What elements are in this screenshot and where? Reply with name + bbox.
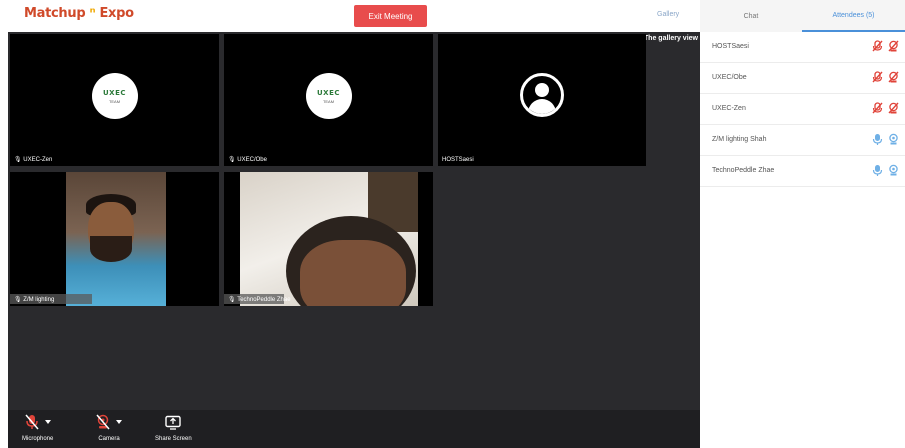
tile-name: 🎙 UXEC-Zen — [14, 156, 52, 163]
meeting-toolbar: Microphone Camera Share Screen — [8, 410, 700, 448]
participant-row: Z/M lighting Shah — [700, 125, 905, 156]
camera-on-icon[interactable] — [888, 164, 899, 176]
camera-muted-icon[interactable] — [888, 102, 899, 114]
participant-name: TechnoPeddle Zhae — [712, 167, 775, 174]
microphone-label: Microphone — [22, 436, 54, 442]
mic-muted-icon[interactable] — [872, 71, 883, 83]
chevron-down-icon[interactable] — [44, 420, 51, 424]
participant-row: TechnoPeddle Zhae — [700, 156, 905, 187]
mic-muted-icon[interactable] — [872, 40, 883, 52]
mic-muted-icon[interactable] — [872, 102, 883, 114]
camera-label: Camera — [98, 436, 120, 442]
share-screen-icon — [165, 415, 182, 430]
tile-name-label: HOSTSaesi — [442, 157, 474, 163]
microphone-on-icon[interactable] — [872, 133, 883, 145]
tile-name-label: UXEC/Obe — [237, 157, 267, 163]
gallery-view-label[interactable]: The gallery view — [644, 35, 698, 42]
participant-video — [240, 172, 418, 306]
video-stage: The gallery view UXEC TEAM 🎙 UXEC-Zen UX… — [8, 32, 700, 410]
team-logo: UXEC TEAM — [91, 73, 138, 119]
participant-row: UXEC/Obe — [700, 63, 905, 94]
sidebar-tabs: Chat Attendees (5) — [700, 0, 905, 32]
video-tile[interactable]: 🎙 TechnoPeddle Zhae — [224, 172, 433, 306]
video-tile[interactable]: UXEC TEAM 🎙 UXEC-Zen — [10, 34, 219, 166]
team-logo-text: UXEC — [317, 88, 340, 97]
participant-row: UXEC-Zen — [700, 94, 905, 125]
microphone-button[interactable]: Microphone — [22, 413, 53, 442]
participant-name: HOSTSaesi — [712, 43, 749, 50]
tab-chat[interactable]: Chat — [700, 0, 802, 32]
participant-list: HOSTSaesi UXEC/Obe UXEC-Zen Z/M lighting… — [700, 32, 905, 187]
exit-meeting-button[interactable]: Exit Meeting — [354, 5, 427, 27]
tile-name-label: UXEC-Zen — [23, 157, 53, 163]
video-tile[interactable]: HOSTSaesi — [438, 34, 646, 166]
video-tile[interactable]: 🎙 Z/M lighting — [10, 172, 219, 306]
mic-muted-icon: 🎙 — [14, 157, 22, 163]
participant-name: UXEC-Zen — [712, 105, 746, 112]
team-logo-sub: TEAM — [322, 98, 335, 104]
mic-muted-icon: 🎙 — [228, 297, 236, 303]
participant-video — [66, 172, 166, 306]
mic-muted-icon: 🎙 — [228, 157, 236, 163]
participant-name: Z/M lighting Shah — [712, 136, 767, 143]
tile-name: 🎙 Z/M lighting — [14, 296, 54, 303]
camera-icon — [96, 414, 110, 430]
app-logo: Matchup ⁿ Expo — [24, 6, 134, 21]
team-logo-text: UXEC — [103, 88, 126, 97]
camera-muted-icon[interactable] — [888, 40, 899, 52]
tab-attendees[interactable]: Attendees (5) — [802, 0, 905, 32]
logo-text: Matchup — [24, 6, 86, 21]
camera-button[interactable]: Camera — [96, 413, 122, 442]
tile-name-label: Z/M lighting — [23, 297, 55, 303]
tile-name-label: TechnoPeddle Zhae — [237, 297, 291, 303]
logo-mark-icon: ⁿ — [89, 6, 96, 21]
tile-name: HOSTSaesi — [442, 157, 474, 163]
chevron-down-icon[interactable] — [116, 420, 122, 424]
camera-on-icon[interactable] — [888, 133, 899, 145]
share-screen-button[interactable]: Share Screen — [155, 413, 192, 442]
gallery-link[interactable]: Gallery — [657, 11, 679, 18]
team-logo-sub: TEAM — [108, 98, 121, 104]
participant-name: UXEC/Obe — [712, 74, 747, 81]
mic-muted-icon: 🎙 — [14, 297, 22, 303]
microphone-icon — [25, 414, 39, 430]
camera-muted-icon[interactable] — [888, 71, 899, 83]
participant-row: HOSTSaesi — [700, 32, 905, 63]
tile-name: 🎙 UXEC/Obe — [228, 156, 267, 163]
team-logo: UXEC TEAM — [305, 73, 352, 119]
video-tile[interactable]: UXEC TEAM 🎙 UXEC/Obe — [224, 34, 433, 166]
tile-name: 🎙 TechnoPeddle Zhae — [228, 296, 291, 303]
logo-text-2: Expo — [99, 6, 134, 21]
microphone-on-icon[interactable] — [872, 164, 883, 176]
default-avatar-icon — [520, 73, 564, 117]
share-screen-label: Share Screen — [155, 436, 192, 442]
attendee-sidebar: Chat Attendees (5) HOSTSaesi UXEC/Obe UX… — [700, 0, 905, 448]
top-bar: Matchup ⁿ Expo Exit Meeting Gallery — [0, 0, 700, 32]
